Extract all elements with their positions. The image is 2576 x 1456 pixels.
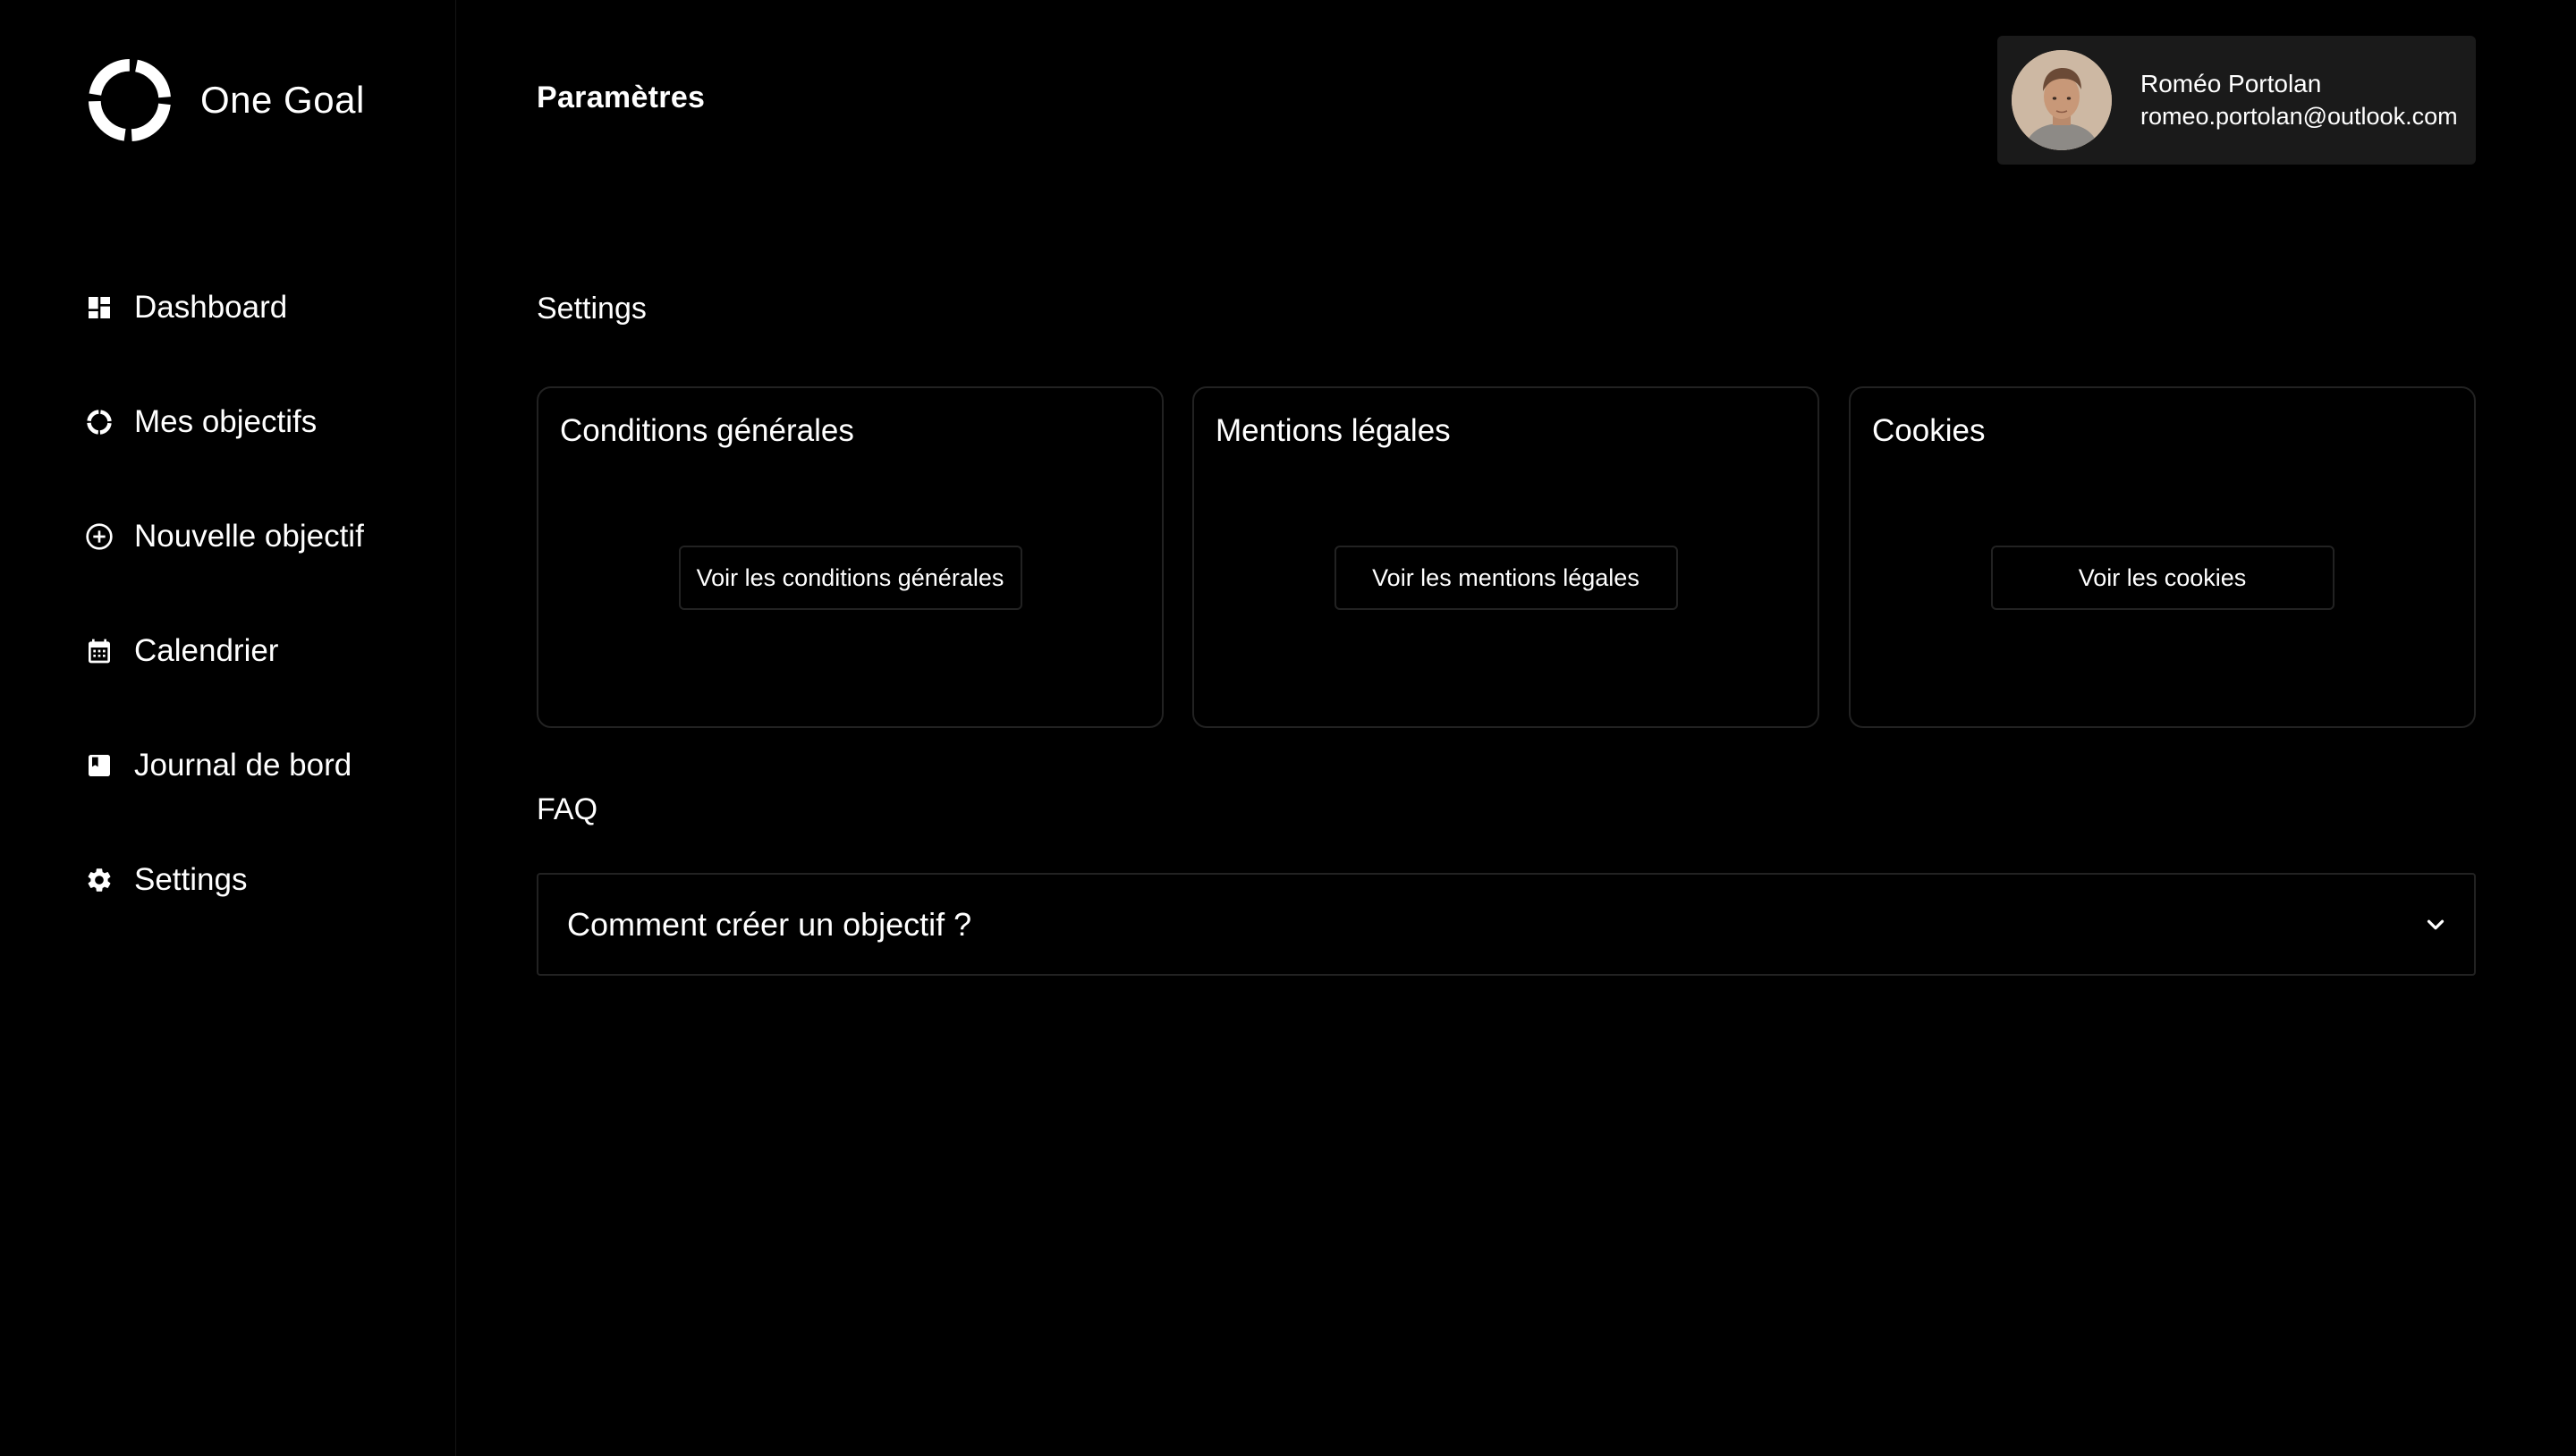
dashboard-icon	[84, 292, 114, 323]
faq-item[interactable]: Comment créer un objectif ?	[537, 873, 2476, 976]
settings-cards: Conditions générales Voir les conditions…	[537, 386, 2476, 728]
page-title: Paramètres	[537, 80, 706, 114]
ring-icon	[84, 407, 114, 437]
view-cookies-button[interactable]: Voir les cookies	[1990, 546, 2334, 610]
user-email: romeo.portolan@outlook.com	[2140, 103, 2458, 130]
settings-heading: Settings	[537, 292, 647, 326]
brand-name: One Goal	[200, 79, 365, 121]
avatar	[2012, 50, 2112, 150]
card-mentions-legales: Mentions légales Voir les mentions légal…	[1192, 386, 1819, 728]
sidebar-item-settings[interactable]: Settings	[84, 853, 442, 907]
card-conditions-generales: Conditions générales Voir les conditions…	[537, 386, 1164, 728]
card-title: Conditions générales	[560, 413, 854, 448]
card-title: Mentions légales	[1216, 413, 1451, 448]
gear-icon	[84, 865, 114, 895]
faq-heading: FAQ	[537, 792, 598, 826]
view-conditions-button[interactable]: Voir les conditions générales	[678, 546, 1022, 610]
card-cookies: Cookies Voir les cookies	[1849, 386, 2476, 728]
sidebar-item-mes-objectifs[interactable]: Mes objectifs	[84, 395, 442, 449]
sidebar-item-nouvelle-objectif[interactable]: Nouvelle objectif	[84, 510, 442, 563]
sidebar-item-label: Settings	[134, 862, 248, 897]
app-root: One Goal Dashboard Mes objectifs Nouvell…	[0, 0, 2576, 1456]
sidebar-item-label: Journal de bord	[134, 748, 352, 783]
user-info: Roméo Portolan romeo.portolan@outlook.co…	[2140, 68, 2458, 132]
sidebar-item-calendrier[interactable]: Calendrier	[84, 624, 442, 678]
view-mentions-button[interactable]: Voir les mentions légales	[1334, 546, 1678, 610]
sidebar-item-label: Dashboard	[134, 290, 288, 325]
add-circle-icon	[84, 521, 114, 552]
user-name: Roméo Portolan	[2140, 70, 2322, 97]
sidebar-item-label: Mes objectifs	[134, 404, 318, 439]
sidebar-item-journal-de-bord[interactable]: Journal de bord	[84, 739, 442, 792]
user-profile-card[interactable]: Roméo Portolan romeo.portolan@outlook.co…	[1997, 36, 2476, 165]
sidebar: One Goal Dashboard Mes objectifs Nouvell…	[0, 0, 456, 1456]
chevron-down-icon[interactable]	[2422, 911, 2449, 938]
book-icon	[84, 750, 114, 781]
sidebar-item-label: Calendrier	[134, 633, 279, 668]
sidebar-item-label: Nouvelle objectif	[134, 519, 364, 554]
card-title: Cookies	[1872, 413, 1986, 448]
calendar-icon	[84, 636, 114, 666]
sidebar-item-dashboard[interactable]: Dashboard	[84, 281, 442, 334]
brand[interactable]: One Goal	[86, 55, 365, 145]
faq-question: Comment créer un objectif ?	[567, 905, 972, 943]
ring-logo-icon	[88, 58, 172, 142]
